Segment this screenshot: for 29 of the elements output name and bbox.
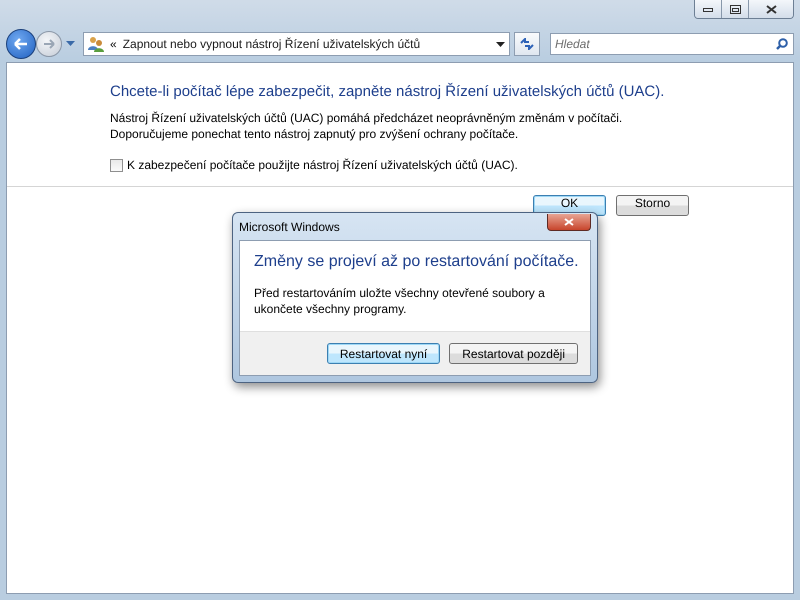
minimize-icon bbox=[703, 6, 713, 12]
dialog-heading: Změny se projeví až po restartování počítače. bbox=[254, 253, 580, 271]
page-heading: Chcete-li počítač lépe zabezpečit, zapněte nástroj Řízení uživatelských účtů (UAC). bbox=[110, 83, 666, 100]
maximize-button[interactable] bbox=[721, 0, 748, 18]
back-arrow-icon bbox=[14, 38, 28, 50]
uac-checkbox[interactable] bbox=[110, 158, 123, 172]
dialog-button[interactable]: Restartovat později bbox=[449, 343, 578, 364]
refresh-button[interactable] bbox=[514, 32, 540, 56]
dialog-message: Před restartováním uložte všechny otevřené soubory a ukončete všechny programy. bbox=[254, 285, 546, 317]
form-button[interactable]: Storno bbox=[616, 195, 689, 216]
minimize-button[interactable] bbox=[695, 0, 721, 18]
breadcrumb-chevron[interactable]: « bbox=[110, 37, 117, 51]
refresh-icon bbox=[520, 38, 534, 50]
description-text: Nástroj Řízení uživatelských účtů (UAC) pomáhá předcházet neoprávněným změnám v počítači. Doporučujeme ponechat tento nástroj zapnutý pro zvýšení ochrany počítače. bbox=[110, 110, 624, 142]
dialog-button[interactable]: Restartovat nyní bbox=[326, 343, 440, 364]
users-icon bbox=[88, 36, 104, 52]
forward-arrow-icon bbox=[43, 39, 55, 49]
search-field[interactable]: Hledat bbox=[550, 33, 794, 55]
close-icon bbox=[564, 218, 574, 226]
maximize-icon bbox=[730, 4, 740, 14]
address-bar[interactable]: « Zapnout nebo vypnout nástroj Řízení uživatelských účtů bbox=[83, 32, 510, 56]
dropdown-arrow-icon[interactable] bbox=[496, 42, 505, 46]
close-button[interactable] bbox=[748, 0, 793, 18]
close-button[interactable] bbox=[547, 214, 591, 231]
dialog-title: Microsoft Windows bbox=[239, 219, 340, 234]
back-button[interactable] bbox=[6, 29, 36, 59]
close-icon bbox=[766, 4, 776, 14]
address-text: Zapnout nebo vypnout nástroj Řízení uživatelských účtů bbox=[122, 37, 422, 51]
checkbox-label[interactable]: K zabezpečení počítače použijte nástroj Řízení uživatelských účtů (UAC). bbox=[127, 158, 518, 172]
